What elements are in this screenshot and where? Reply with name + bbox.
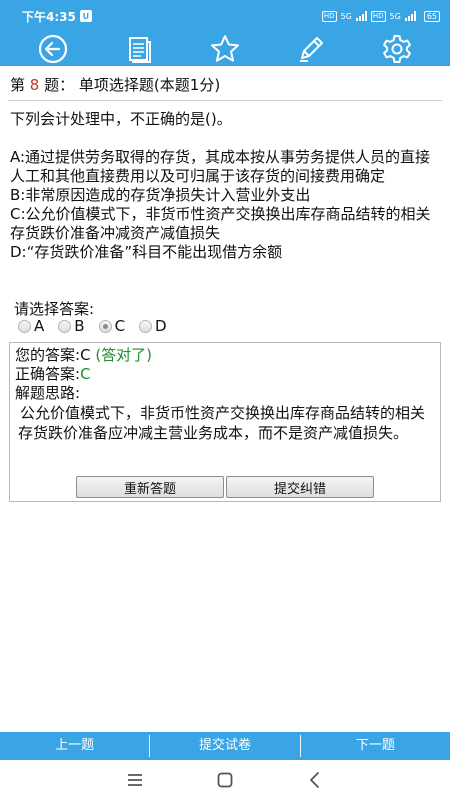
option-d: D:“存货跌价准备”科目不能出现借方余额: [10, 243, 283, 261]
redo-button[interactable]: 重新答题: [76, 476, 224, 498]
radio-a[interactable]: A: [18, 317, 44, 335]
status-time: 下午4:35: [22, 9, 76, 24]
home-nav-button[interactable]: [210, 765, 240, 795]
submit-exam-button[interactable]: 提交试卷: [150, 732, 299, 760]
network-type-1: 5G: [340, 11, 352, 21]
radio-c-circle[interactable]: [98, 319, 112, 333]
answer-radio-group: A B C D: [18, 317, 181, 335]
result-panel: 您的答案:C (答对了) 正确答案:C 解题思路: 公允价值模式下，非货币性资产…: [9, 342, 441, 502]
choose-answer-label: 请选择答案:: [14, 300, 95, 318]
divider: [8, 100, 442, 101]
correct-answer-label: 正确答案:: [15, 365, 81, 383]
app-notification-icon: U: [79, 10, 92, 22]
analysis-text: 公允价值模式下，非货币性资产交换换出库存商品结转的相关存货跌价准备应冲减主营业务…: [18, 404, 426, 442]
question-number: 8: [29, 76, 40, 94]
back-chevron-icon: [310, 772, 319, 788]
option-a: A:通过提供劳务取得的存货，其成本按从事劳务提供人员的直接人工和其他直接费用以及…: [10, 148, 431, 185]
radio-d[interactable]: D: [139, 317, 167, 335]
radio-b[interactable]: B: [58, 317, 85, 335]
radio-c[interactable]: C: [98, 317, 126, 335]
top-toolbar: [0, 32, 450, 66]
next-question-button[interactable]: 下一题: [301, 732, 450, 760]
correct-answer-line: 正确答案:C: [15, 365, 91, 384]
question-header: 第 8 题： 单项选择题(本题1分): [10, 74, 220, 95]
bottom-separator: [149, 735, 151, 757]
bottom-bar: 上一题 提交试卷 下一题: [0, 732, 450, 760]
verdict-text: (答对了): [90, 346, 153, 364]
status-indicators: HD 5G HD 5G 65: [321, 10, 440, 22]
analysis-label: 解题思路:: [15, 384, 81, 402]
radio-c-label: C: [114, 317, 126, 335]
battery-icon: 65: [423, 10, 440, 22]
radio-d-label: D: [155, 317, 167, 335]
options-list: A:通过提供劳务取得的存货，其成本按从事劳务提供人员的直接人工和其他直接费用以及…: [10, 148, 442, 262]
back-nav-button[interactable]: [300, 765, 330, 795]
radio-b-circle[interactable]: [58, 319, 72, 333]
radio-b-label: B: [74, 317, 85, 335]
system-nav-bar: [0, 760, 450, 800]
radio-a-circle[interactable]: [18, 319, 31, 333]
status-bar: 下午4:35 U HD 5G HD 5G 65: [0, 0, 450, 32]
pencil-icon: [300, 37, 323, 62]
bottom-separator: [299, 735, 301, 757]
edit-button[interactable]: [291, 32, 331, 66]
question-type: 单项选择题(本题1分): [78, 76, 221, 94]
notes-button[interactable]: [119, 32, 159, 66]
question-suffix: 题：: [44, 76, 75, 94]
radio-d-circle[interactable]: [139, 319, 153, 333]
network-type-2: 5G: [389, 11, 401, 21]
your-answer-value: C: [80, 346, 91, 364]
question-stem: 下列会计处理中，不正确的是()。: [10, 110, 232, 128]
prev-question-button[interactable]: 上一题: [0, 732, 149, 760]
home-square-icon: [217, 772, 233, 788]
your-answer-line: 您的答案:C (答对了): [15, 346, 152, 365]
menu-nav-button[interactable]: [120, 765, 150, 795]
option-b: B:非常原因造成的存货净损失计入营业外支出: [10, 186, 311, 204]
hd-icon-2: HD: [370, 10, 386, 22]
option-c: C:公允价值模式下，非货币性资产交换换出库存商品结转的相关存货跌价准备冲减资产减…: [10, 205, 431, 242]
result-buttons: 重新答题 提交纠错: [76, 476, 374, 498]
signal-icon: [355, 11, 367, 21]
report-error-button[interactable]: 提交纠错: [226, 476, 374, 498]
menu-icon: [128, 774, 142, 786]
your-answer-label: 您的答案:: [15, 346, 81, 364]
radio-a-label: A: [34, 317, 45, 335]
back-button[interactable]: [33, 32, 73, 66]
favorite-button[interactable]: [205, 32, 245, 66]
back-icon: [38, 34, 68, 64]
hd-icon: HD: [321, 10, 337, 22]
notes-icon: [129, 37, 151, 63]
star-icon: [211, 35, 239, 62]
correct-answer-value: C: [80, 365, 91, 383]
gear-icon: [383, 35, 411, 63]
settings-button[interactable]: [377, 32, 417, 66]
signal-icon-2: [404, 11, 416, 21]
question-prefix: 第: [10, 76, 26, 94]
